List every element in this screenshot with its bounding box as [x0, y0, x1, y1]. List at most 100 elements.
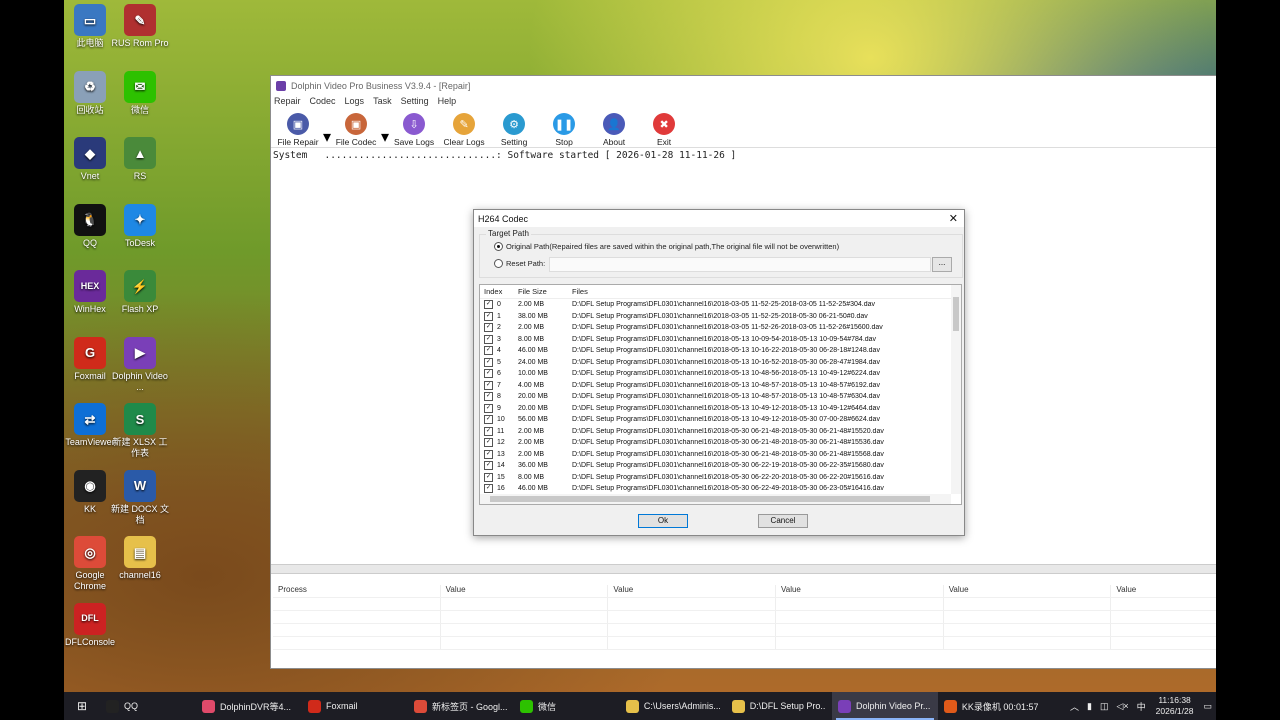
taskbar-item[interactable]: C:\Users\Adminis... [620, 692, 726, 720]
process-column-header[interactable]: Value [944, 585, 1112, 597]
file-row[interactable]: ✓ 15 8.00 MB D:\DFL Setup Programs\DFL0301\… [480, 472, 961, 484]
taskbar-item[interactable]: DolphinDVR等4... [196, 692, 302, 720]
notification-icon[interactable]: ▭ [1203, 701, 1212, 712]
desktop-icon[interactable]: ▲ RS [110, 137, 170, 182]
process-column-header[interactable]: Value [608, 585, 777, 597]
desktop-icon[interactable]: W 新建 DOCX 文档 [110, 469, 170, 526]
file-row[interactable]: ✓ 14 36.00 MB D:\DFL Setup Programs\DFL0301… [480, 460, 961, 472]
file-checkbox[interactable]: ✓ [484, 484, 493, 494]
menu-repair[interactable]: Repair [274, 96, 301, 109]
col-files[interactable]: Files [572, 287, 952, 296]
file-checkbox[interactable]: ✓ [484, 311, 493, 321]
dropdown-arrow-icon[interactable]: ▾ [323, 127, 331, 147]
clear-logs-button[interactable]: ✎ Clear Logs [439, 113, 489, 147]
taskbar-item[interactable]: Foxmail [302, 692, 408, 720]
save-logs-button[interactable]: ⇩ Save Logs [389, 113, 439, 147]
file-checkbox[interactable]: ✓ [484, 323, 493, 333]
file-checkbox[interactable]: ✓ [484, 346, 493, 356]
dropdown-arrow-icon[interactable]: ▾ [381, 127, 389, 147]
file-checkbox[interactable]: ✓ [484, 334, 493, 344]
file-row[interactable]: ✓ 7 4.00 MB D:\DFL Setup Programs\DFL0301\c… [480, 380, 961, 392]
file-checkbox[interactable]: ✓ [484, 380, 493, 390]
desktop-icon[interactable]: ⚡ Flash XP [110, 270, 170, 315]
process-column-header[interactable]: Process [273, 585, 441, 597]
file-row[interactable]: ✓ 5 24.00 MB D:\DFL Setup Programs\DFL0301\… [480, 357, 961, 369]
clock-time: 11:16:38 [1158, 695, 1191, 705]
file-checkbox[interactable]: ✓ [484, 392, 493, 402]
chevron-up-icon[interactable]: ︿ [1070, 700, 1079, 713]
file-row[interactable]: ✓ 13 2.00 MB D:\DFL Setup Programs\DFL0301\… [480, 449, 961, 461]
menu-logs[interactable]: Logs [345, 96, 365, 109]
desktop-icon[interactable]: ✎ RUS Rom Pro [110, 4, 170, 49]
reset-path-input[interactable] [549, 257, 931, 272]
file-row[interactable]: ✓ 9 20.00 MB D:\DFL Setup Programs\DFL0301\… [480, 403, 961, 415]
desktop-icon[interactable]: ✦ ToDesk [110, 203, 170, 249]
desktop-icon[interactable]: ▶ Dolphin Video ... [110, 336, 170, 393]
file-checkbox[interactable]: ✓ [484, 472, 493, 482]
desktop-icon[interactable]: ▤ channel16 [110, 536, 170, 581]
file-checkbox[interactable]: ✓ [484, 438, 493, 448]
stop-button[interactable]: ❚❚ Stop [539, 113, 589, 147]
file-checkbox[interactable]: ✓ [484, 461, 493, 471]
file-row[interactable]: ✓ 11 2.00 MB D:\DFL Setup Programs\DFL0301\… [480, 426, 961, 438]
ok-button[interactable]: Ok [638, 514, 688, 528]
close-icon[interactable]: ✕ [949, 212, 958, 225]
file-row[interactable]: ✓ 8 20.00 MB D:\DFL Setup Programs\DFL0301\… [480, 391, 961, 403]
taskbar-item[interactable]: 微信 [514, 692, 620, 720]
file-row[interactable]: ✓ 2 2.00 MB D:\DFL Setup Programs\DFL0301\c… [480, 322, 961, 334]
file-row[interactable]: ✓ 6 10.00 MB D:\DFL Setup Programs\DFL0301\… [480, 368, 961, 380]
process-column-header[interactable]: Value [776, 585, 944, 597]
menu-setting[interactable]: Setting [401, 96, 429, 109]
taskbar-item[interactable]: QQ [100, 692, 196, 720]
file-checkbox[interactable]: ✓ [484, 357, 493, 367]
file-row[interactable]: ✓ 3 8.00 MB D:\DFL Setup Programs\DFL0301\c… [480, 334, 961, 346]
ime-indicator[interactable]: 中 [1137, 700, 1146, 713]
exit-button[interactable]: ✖ Exit [639, 113, 689, 147]
reset-path-radio[interactable]: Reset Path: [494, 259, 545, 268]
menu-help[interactable]: Help [438, 96, 457, 109]
file-row[interactable]: ✓ 16 46.00 MB D:\DFL Setup Programs\DFL0301… [480, 483, 961, 495]
horizontal-scrollbar[interactable] [480, 494, 951, 504]
file-checkbox[interactable]: ✓ [484, 300, 493, 310]
process-column-header[interactable]: Value [441, 585, 609, 597]
col-index[interactable]: Index [480, 287, 518, 296]
clock[interactable]: 11:16:38 2026/1/28 [1156, 695, 1194, 717]
file-row[interactable]: ✓ 12 2.00 MB D:\DFL Setup Programs\DFL0301\… [480, 437, 961, 449]
file-size: 46.00 MB [518, 485, 548, 493]
original-path-radio[interactable]: Original Path(Repaired files are saved w… [494, 242, 839, 251]
file-checkbox[interactable]: ✓ [484, 415, 493, 425]
volume-icon[interactable]: ◁× [1116, 701, 1128, 712]
desktop-icon[interactable]: S 新建 XLSX 工作表 [110, 403, 170, 459]
taskbar-item[interactable]: D:\DFL Setup Pro... [726, 692, 832, 720]
file-codec-button[interactable]: ▣ File Codec [331, 113, 381, 147]
file-row[interactable]: ✓ 1 38.00 MB D:\DFL Setup Programs\DFL0301\… [480, 311, 961, 323]
file-checkbox[interactable]: ✓ [484, 403, 493, 413]
about-button[interactable]: 👤 About [589, 113, 639, 147]
desktop-icon[interactable]: ✉ 微信 [110, 70, 170, 116]
splitter[interactable] [271, 564, 1216, 574]
menu-codec[interactable]: Codec [310, 96, 336, 109]
network-icon[interactable]: ◫ [1100, 701, 1109, 712]
file-row[interactable]: ✓ 10 56.00 MB D:\DFL Setup Programs\DFL0301… [480, 414, 961, 426]
menu-task[interactable]: Task [373, 96, 392, 109]
setting-button[interactable]: ⚙ Setting [489, 113, 539, 147]
file-row[interactable]: ✓ 4 46.00 MB D:\DFL Setup Programs\DFL0301\… [480, 345, 961, 357]
col-file-size[interactable]: File Size [518, 287, 572, 296]
file-row[interactable]: ✓ 0 2.00 MB D:\DFL Setup Programs\DFL0301\c… [480, 299, 961, 311]
cancel-button[interactable]: Cancel [758, 514, 808, 528]
taskbar-item[interactable]: 新标签页 - Googl... [408, 692, 514, 720]
browse-button[interactable]: ... [932, 257, 952, 272]
taskbar-item[interactable]: KK录像机 00:01:57 [938, 692, 1044, 720]
file-checkbox[interactable]: ✓ [484, 369, 493, 379]
vertical-scrollbar[interactable] [951, 285, 961, 494]
scroll-thumb[interactable] [490, 496, 930, 502]
file-checkbox[interactable]: ✓ [484, 426, 493, 436]
taskbar-item[interactable]: Dolphin Video Pr... [832, 692, 938, 720]
file-checkbox[interactable]: ✓ [484, 449, 493, 459]
desktop-icon[interactable]: DFL DFLConsole [64, 602, 120, 648]
start-button[interactable]: ⊞ [64, 692, 100, 720]
file-repair-button[interactable]: ▣ File Repair [273, 113, 323, 147]
scroll-thumb[interactable] [953, 297, 959, 331]
battery-icon[interactable]: ▮ [1087, 701, 1092, 712]
process-column-header[interactable]: Value [1111, 585, 1216, 597]
